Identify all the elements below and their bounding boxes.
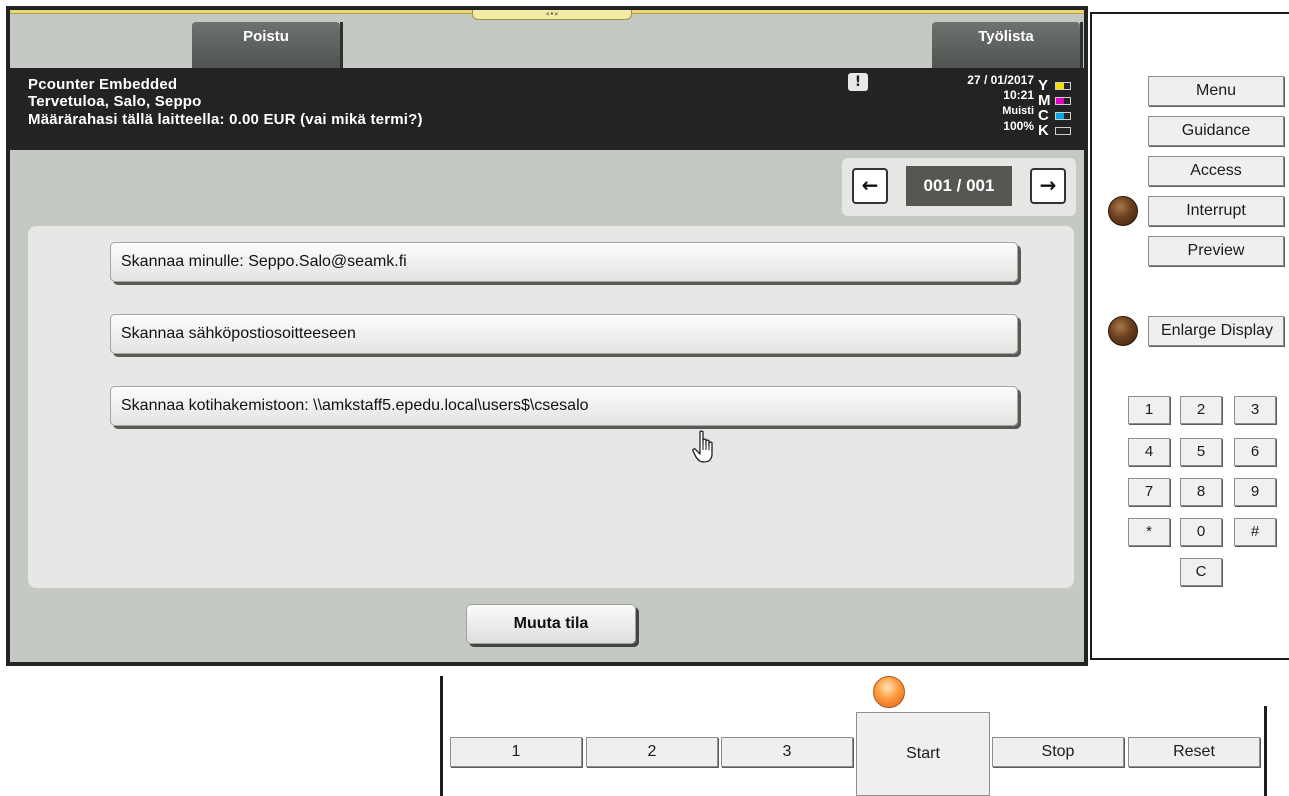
scan-to-email-button[interactable]: Skannaa sähköpostiosoitteeseen <box>110 314 1018 354</box>
keypad-key-5[interactable]: 5 <box>1180 438 1222 466</box>
keypad-key-0[interactable]: 0 <box>1180 518 1222 546</box>
page-counter: 001 / 001 <box>906 166 1012 206</box>
start-button[interactable]: Start <box>856 712 990 796</box>
keypad-key-hash[interactable]: # <box>1234 518 1276 546</box>
keypad-key-9[interactable]: 9 <box>1234 478 1276 506</box>
keypad-key-7[interactable]: 7 <box>1128 478 1170 506</box>
toner-bar-m <box>1055 97 1071 105</box>
hand-pointer-cursor-icon <box>692 430 713 463</box>
hardware-side-panel: Menu Guidance Access Interrupt Preview E… <box>1090 12 1289 660</box>
tab-shadow <box>340 22 343 68</box>
guidance-button[interactable]: Guidance <box>1148 116 1284 146</box>
toner-letter-k: K <box>1038 122 1049 139</box>
start-led-icon <box>873 676 905 708</box>
keypad-key-6[interactable]: 6 <box>1234 438 1276 466</box>
alert-icon[interactable]: ! <box>848 73 868 91</box>
prev-page-button[interactable]: ← <box>852 168 888 204</box>
keypad-key-2[interactable]: 2 <box>1180 396 1222 424</box>
status-memory-percent: 100% <box>1003 119 1034 133</box>
keypad-clear-button[interactable]: C <box>1180 558 1222 586</box>
menu-button[interactable]: Menu <box>1148 76 1284 106</box>
scan-options-panel: Skannaa minulle: Seppo.Salo@seamk.fi Ska… <box>28 226 1074 588</box>
enlarge-display-button[interactable]: Enlarge Display <box>1148 316 1284 346</box>
keypad-key-3[interactable]: 3 <box>1234 396 1276 424</box>
change-mode-button[interactable]: Muuta tila <box>466 604 636 644</box>
touch-screen-frame: «•» Poistu Työlista Pcounter Embedded Te… <box>6 6 1088 666</box>
toner-bar-c <box>1055 112 1071 120</box>
scan-to-home-folder-button[interactable]: Skannaa kotihakemistoon: \\amkstaff5.epe… <box>110 386 1018 426</box>
keypad-key-star[interactable]: * <box>1128 518 1170 546</box>
bottom-bar-divider <box>1264 706 1267 796</box>
toner-bar-k <box>1055 127 1071 135</box>
interrupt-button[interactable]: Interrupt <box>1148 196 1284 226</box>
reset-button[interactable]: Reset <box>1128 737 1260 767</box>
touch-screen: «•» Poistu Työlista Pcounter Embedded Te… <box>10 10 1084 662</box>
preview-button[interactable]: Preview <box>1148 236 1284 266</box>
bottom-button-1[interactable]: 1 <box>450 737 582 767</box>
keypad-key-8[interactable]: 8 <box>1180 478 1222 506</box>
bottom-button-2[interactable]: 2 <box>586 737 718 767</box>
status-time: 10:21 <box>1003 88 1034 102</box>
enlarge-display-led-icon <box>1108 316 1138 346</box>
tab-shadow <box>1080 22 1083 68</box>
access-button[interactable]: Access <box>1148 156 1284 186</box>
info-bar: Pcounter Embedded Tervetuloa, Salo, Sepp… <box>10 68 1084 150</box>
toner-bar-y <box>1055 82 1071 90</box>
bottom-bar-divider <box>440 676 443 796</box>
bottom-button-3[interactable]: 3 <box>721 737 853 767</box>
keypad-key-4[interactable]: 4 <box>1128 438 1170 466</box>
scan-to-me-button[interactable]: Skannaa minulle: Seppo.Salo@seamk.fi <box>110 242 1018 282</box>
job-list-button[interactable]: Työlista <box>932 22 1080 68</box>
interrupt-led-icon <box>1108 196 1138 226</box>
next-page-button[interactable]: → <box>1030 168 1066 204</box>
app-title: Pcounter Embedded <box>28 76 178 93</box>
welcome-text: Tervetuloa, Salo, Seppo <box>28 93 202 110</box>
quota-text: Määrärahasi tällä laitteella: 0.00 EUR (… <box>28 111 423 128</box>
keypad-key-1[interactable]: 1 <box>1128 396 1170 424</box>
status-memory-label: Muisti <box>1002 105 1034 117</box>
status-date: 27 / 01/2017 <box>967 73 1034 87</box>
logout-button[interactable]: Poistu <box>192 22 340 68</box>
panel-drag-handle[interactable]: «•» <box>472 10 632 20</box>
pager: ← 001 / 001 → <box>842 158 1076 216</box>
stop-button[interactable]: Stop <box>992 737 1124 767</box>
